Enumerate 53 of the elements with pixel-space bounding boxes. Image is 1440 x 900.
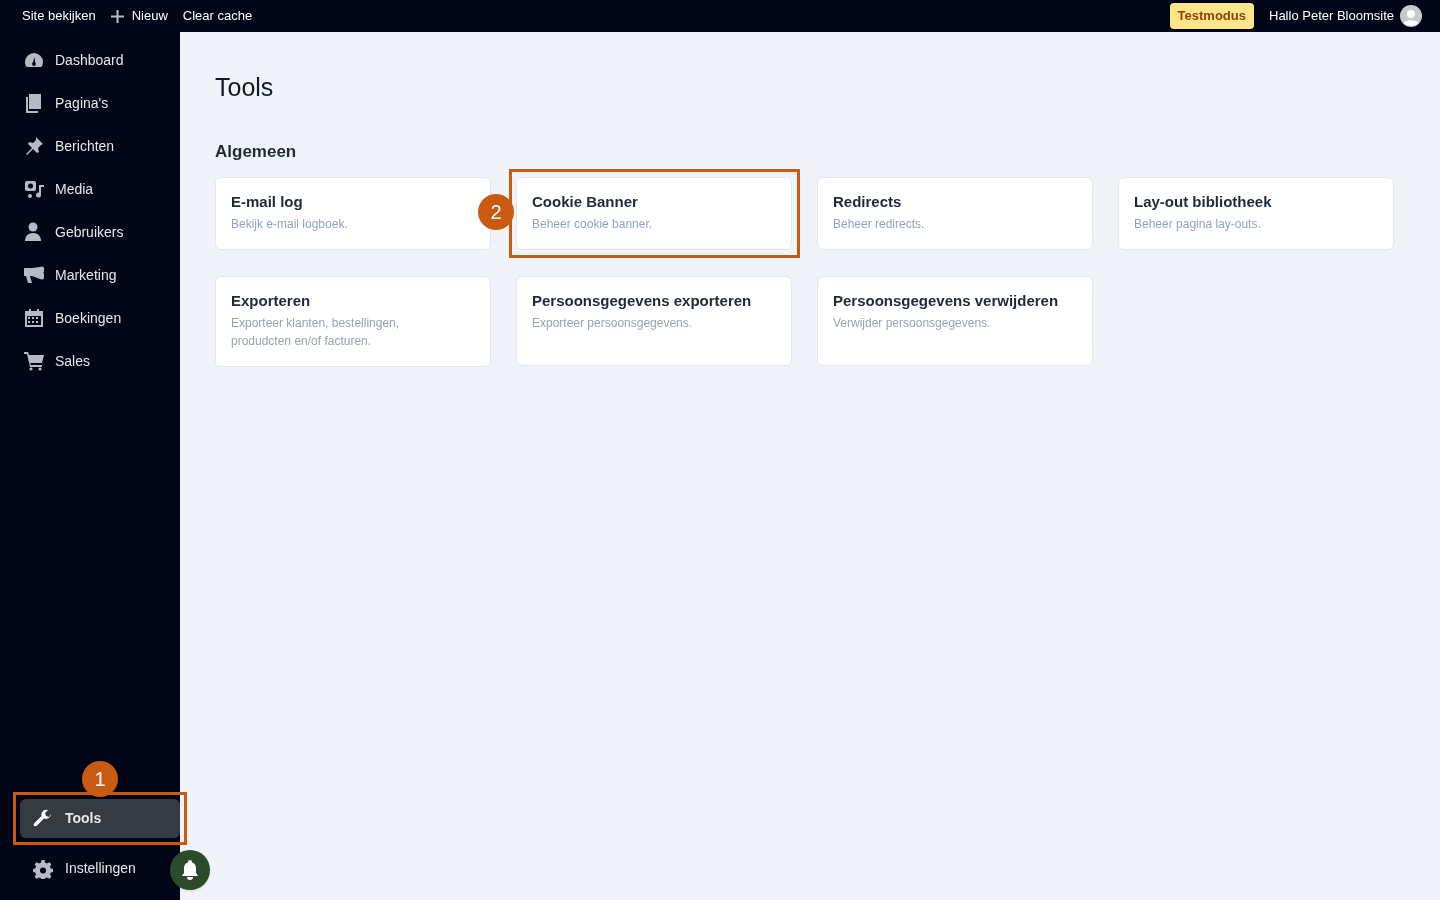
sidebar-item[interactable]: Gebruikers [24, 218, 180, 246]
card-description: Exporteer klanten, bestellingen, produdcten en/of facturen. [231, 315, 401, 350]
top-bar-link[interactable]: Clear cache [182, 6, 253, 26]
sidebar-item[interactable]: Pagina's [24, 89, 180, 117]
card-title: Persoonsgegevens exporteren [532, 291, 753, 311]
pin-icon [24, 136, 44, 156]
greeting-text: Hallo Peter Bloomsite [1269, 7, 1394, 26]
card-description: Bekijk e-mail logboek. [231, 216, 349, 233]
sidebar-item[interactable]: Marketing [24, 261, 180, 289]
tool-card[interactable]: Cookie Banner Beheer cookie banner. [516, 177, 792, 250]
page-title: Tools [215, 72, 275, 102]
sidebar-item[interactable]: Instellingen [20, 849, 180, 888]
notification-button[interactable] [170, 850, 210, 890]
tool-card[interactable]: E-mail log Bekijk e-mail logboek. [215, 177, 491, 250]
pages-icon [24, 93, 42, 113]
plus-icon [110, 9, 124, 23]
card-title: Persoonsgegevens verwijderen [833, 291, 1060, 311]
gauge-icon [24, 51, 44, 69]
top-bar-link[interactable]: Nieuw [110, 6, 168, 26]
sidebar-item[interactable]: Sales [24, 347, 180, 375]
bell-icon [180, 859, 200, 881]
tool-card[interactable]: Persoonsgegevens exporteren Exporteer persoonsgegevens. [516, 276, 792, 366]
tool-card[interactable]: Redirects Beheer redirects. [817, 177, 1093, 250]
card-description: Beheer cookie banner. [532, 216, 654, 233]
calendar-icon [24, 308, 44, 328]
card-description: Beheer pagina lay-outs. [1134, 216, 1262, 233]
card-title: E-mail log [231, 192, 304, 212]
user-icon [24, 222, 42, 242]
card-description: Verwijder persoonsgegevens. [833, 315, 992, 332]
card-title: Redirects [833, 192, 903, 212]
section-heading: Algemeen [215, 142, 298, 162]
card-title: Lay-out bibliotheek [1134, 192, 1273, 212]
wrench-icon [33, 808, 53, 829]
sidebar-item[interactable]: Boekingen [24, 304, 180, 332]
card-title: Cookie Banner [532, 192, 639, 212]
avatar-icon[interactable] [1400, 5, 1422, 27]
tool-card[interactable]: Exporteren Exporteer klanten, bestellingen, produdcten en/of facturen. [215, 276, 491, 367]
card-title: Exporteren [231, 291, 312, 311]
sidebar-item[interactable]: Dashboard [24, 46, 180, 74]
sidebar-item[interactable]: Media [24, 175, 180, 203]
card-description: Beheer redirects. [833, 216, 926, 233]
cart-icon [24, 351, 44, 371]
sidebar-item[interactable]: Tools [20, 799, 180, 838]
top-bar-link[interactable]: Site bekijken [22, 6, 96, 26]
media-icon [24, 179, 46, 199]
tool-card[interactable]: Lay-out bibliotheek Beheer pagina lay-outs. [1118, 177, 1394, 250]
megaphone-icon [24, 265, 44, 285]
gear-icon [33, 858, 53, 879]
status-badge: Testmodus [1169, 3, 1254, 29]
tool-card[interactable]: Persoonsgegevens verwijderen Verwijder persoonsgegevens. [817, 276, 1093, 366]
callout-badge: 1 [82, 761, 118, 797]
card-description: Exporteer persoonsgegevens. [532, 315, 694, 332]
sidebar-item[interactable]: Berichten [24, 132, 180, 160]
